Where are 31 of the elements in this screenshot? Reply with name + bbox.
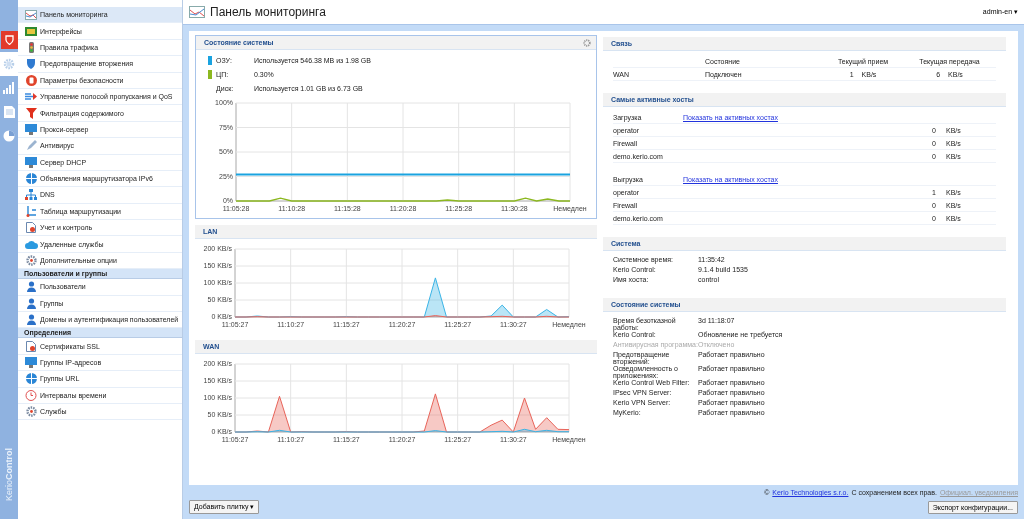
gear-icon [3,58,15,70]
gear-icon [25,255,37,267]
clock-icon [25,389,37,401]
circuit-board-icon [25,26,37,36]
user-icon [25,281,37,293]
user-icon [25,297,37,309]
cloud-icon [24,239,38,249]
monitor-icon [25,357,37,368]
page-title: Панель мониторинга [210,5,326,19]
line-chart-icon [189,6,205,18]
globe-icon [25,373,37,385]
pen-icon [25,140,37,152]
network-tree-icon [25,189,37,201]
line-chart-icon [25,9,37,20]
document-icon [26,222,36,234]
monitor-icon [25,156,37,168]
brand-logo: KerioControl [4,448,14,501]
route-icon [25,205,37,217]
shield-icon [26,58,36,70]
arrow-icon [25,92,37,102]
bar-chart-icon [3,82,15,94]
gear-icon [25,406,37,418]
globe-icon [25,173,37,185]
document-icon [3,106,15,118]
settings-icon[interactable] [583,38,591,47]
monitor-icon [25,123,37,135]
funnel-icon [25,107,37,119]
user-icon [25,314,37,326]
traffic-light-icon [28,41,34,53]
pie-chart-icon [3,130,15,142]
document-icon [26,340,36,352]
